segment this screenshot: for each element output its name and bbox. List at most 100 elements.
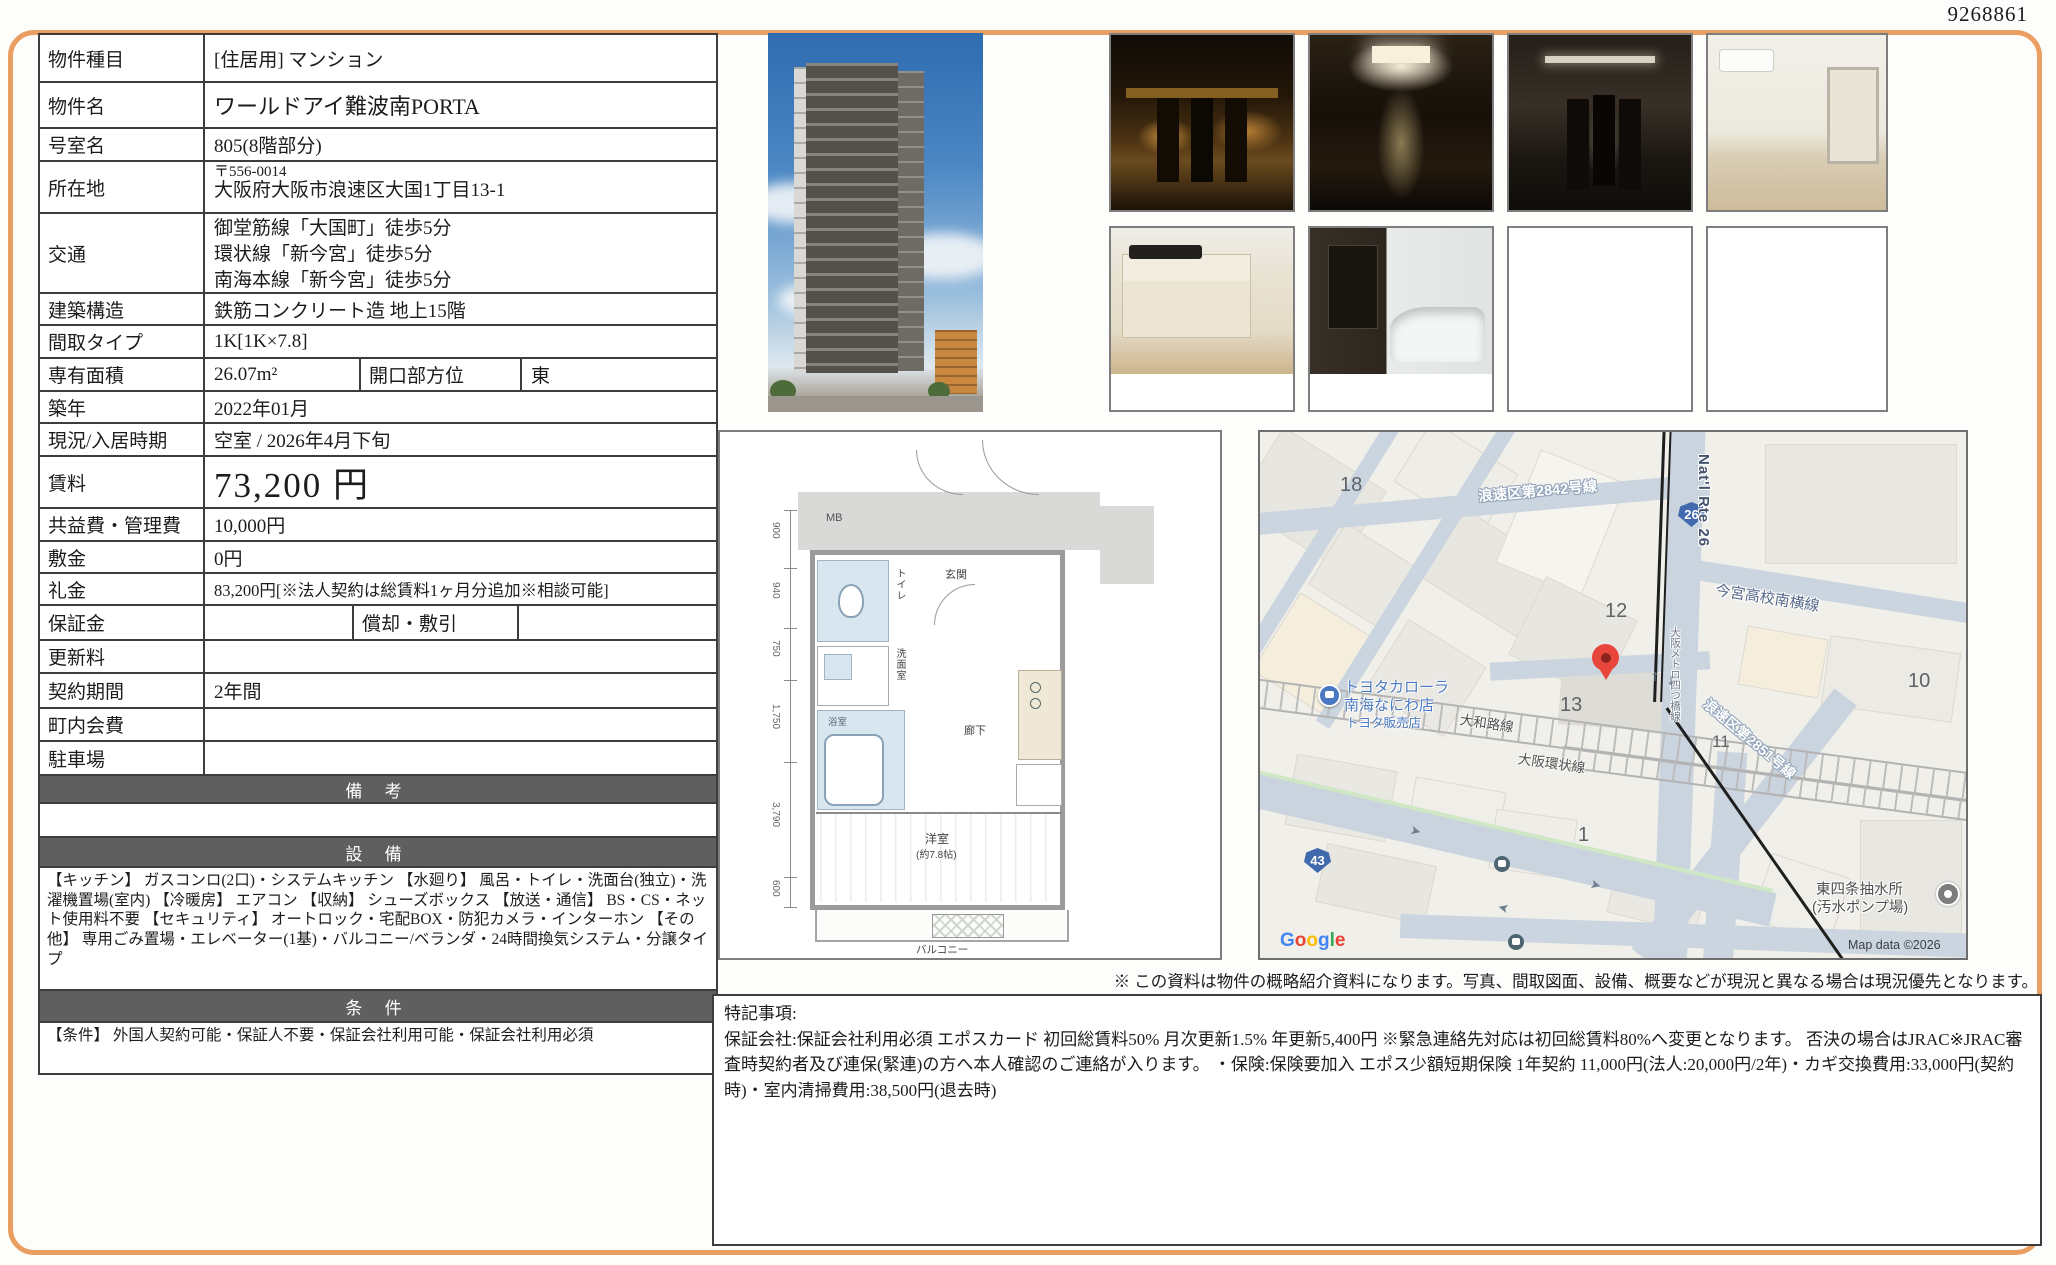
row-value (205, 742, 716, 774)
pump-poi-icon (1936, 882, 1960, 906)
row-label: 償却・敷引 (352, 606, 519, 639)
reference-number: 9268861 (1948, 2, 2029, 27)
row-label: 物件種目 (40, 35, 205, 81)
row-label: 賃料 (40, 457, 205, 507)
dimension-tick (784, 628, 797, 629)
special-notes-box: 特記事項: 保証会社:保証会社利用必須 エポスカード 初回総賃料50% 月次更新… (712, 994, 2042, 1246)
table-row: 保証金 償却・敷引 (40, 604, 716, 639)
special-notes-body: 保証会社:保証会社利用必須 エポスカード 初回総賃料50% 月次更新1.5% 年… (724, 1027, 2030, 1104)
transport-line: 南海本線「新今宮」徒歩5分 (214, 268, 707, 294)
room-wall (816, 812, 1062, 814)
table-row: 賃料73,200 円 (40, 455, 716, 507)
building-balcony-edge (794, 67, 806, 373)
guarantee-value (205, 606, 352, 639)
road-arrow: ↑ (1650, 670, 1660, 684)
bathroom-image (1310, 228, 1492, 374)
table-row: 築年2022年01月 (40, 390, 716, 422)
photo-hallway (1507, 33, 1693, 212)
dimension-label: 900 (770, 522, 781, 539)
dimension-label: 3,790 (770, 802, 781, 827)
special-notes-title: 特記事項: (724, 1001, 2030, 1027)
row-label: 交通 (40, 214, 205, 292)
photo-entrance (1109, 33, 1295, 212)
row-label: 築年 (40, 392, 205, 422)
row-label: 間取タイプ (40, 326, 205, 357)
train-station-icon (1508, 934, 1524, 950)
road-arrow: ↓ (1666, 674, 1676, 688)
transport-line: 環状線「新今宮」徒歩5分 (214, 242, 707, 268)
equipment-header: 設 備 (40, 836, 716, 866)
entrance-image (1111, 35, 1293, 210)
row-label: 敷金 (40, 542, 205, 572)
lobby-image (1310, 35, 1492, 210)
remarks-body (40, 802, 716, 836)
google-letter: G (1280, 930, 1295, 951)
room-image (1708, 35, 1886, 210)
property-name: ワールドアイ難波南PORTA (205, 83, 716, 127)
block-number: 18 (1340, 474, 1362, 497)
dimension-label: 750 (770, 640, 781, 657)
pump-station-name: (汚水ポンプ場) (1812, 896, 1908, 917)
road-arrow: ➤ (1496, 899, 1510, 916)
map-copyright: Map data ©2026 (1848, 938, 1941, 952)
property-table: 物件種目[住居用] マンション 物件名ワールドアイ難波南PORTA 号室名805… (38, 33, 718, 1075)
row-label: 専有面積 (40, 359, 205, 390)
row-label: 駐車場 (40, 742, 205, 774)
row-value: 0円 (205, 542, 716, 572)
row-label: 物件名 (40, 83, 205, 127)
direction-value: 東 (522, 359, 716, 390)
remarks-header: 備 考 (40, 774, 716, 802)
row-label: 保証金 (40, 606, 205, 639)
row-label: 現況/入居時期 (40, 424, 205, 455)
table-row: 間取タイプ1K[1K×7.8] (40, 324, 716, 357)
table-row: 更新料 (40, 639, 716, 672)
key-money-value: 83,200円[※法人契約は総賃料1ヶ月分追加※相談可能] (205, 574, 716, 604)
row-label: 号室名 (40, 129, 205, 160)
google-letter: o (1295, 930, 1307, 951)
photo-building-exterior (768, 33, 983, 412)
row-value: 10,000円 (205, 509, 716, 540)
building-front-face (806, 63, 898, 373)
common-corridor-step (1100, 506, 1154, 584)
washroom-label: 洗面室 (892, 648, 907, 681)
dimension-tick (784, 762, 797, 763)
photo-lobby (1308, 33, 1494, 212)
rent-value: 73,200 円 (205, 457, 716, 507)
balcony-label: バルコニー (916, 942, 968, 957)
table-row: 現況/入居時期空室 / 2026年4月下旬 (40, 422, 716, 455)
entrance-label: 玄関 (945, 566, 967, 582)
equipment-body: 【キッチン】 ガスコンロ(2口)・システムキッチン 【水廻り】 風呂・トイレ・洗… (40, 866, 716, 989)
google-letter: e (1335, 930, 1346, 951)
row-label: 建築構造 (40, 294, 205, 324)
row-label: 開口部方位 (359, 359, 522, 390)
train-station-icon (1494, 856, 1510, 872)
road-label-rte26: Nat'l Rte 26 (1696, 454, 1712, 547)
kitchen-image (1111, 228, 1293, 374)
conditions-header: 条 件 (40, 989, 716, 1021)
fridge-space (1016, 764, 1062, 806)
balcony-hatch (932, 914, 1004, 938)
row-value: [住居用] マンション (205, 35, 716, 81)
table-row: 物件種目[住居用] マンション (40, 35, 716, 81)
area-value: 26.07m² (205, 359, 359, 390)
hallway-label: 廊下 (964, 722, 986, 738)
table-row: 建築構造鉄筋コンクリート造 地上15階 (40, 292, 716, 324)
dimension-tick (784, 680, 797, 681)
dimension-label: 1,750 (770, 704, 781, 729)
dimension-tick (784, 877, 797, 878)
table-row: 敷金0円 (40, 540, 716, 572)
dimension-line (790, 510, 791, 907)
row-value (205, 641, 716, 672)
photo-bathroom (1308, 226, 1494, 412)
row-value: 1K[1K×7.8] (205, 326, 716, 357)
bathtub-fixture (824, 734, 884, 806)
meter-box-label: MB (826, 512, 843, 524)
row-label: 契約期間 (40, 674, 205, 707)
dimension-tick (784, 907, 797, 908)
door-arc (982, 440, 1039, 495)
google-logo: Google (1280, 930, 1345, 952)
row-value: 2022年01月 (205, 392, 716, 422)
block-number: 1 (1578, 824, 1589, 847)
photo-placeholder-empty (1507, 226, 1693, 412)
row-label: 更新料 (40, 641, 205, 672)
